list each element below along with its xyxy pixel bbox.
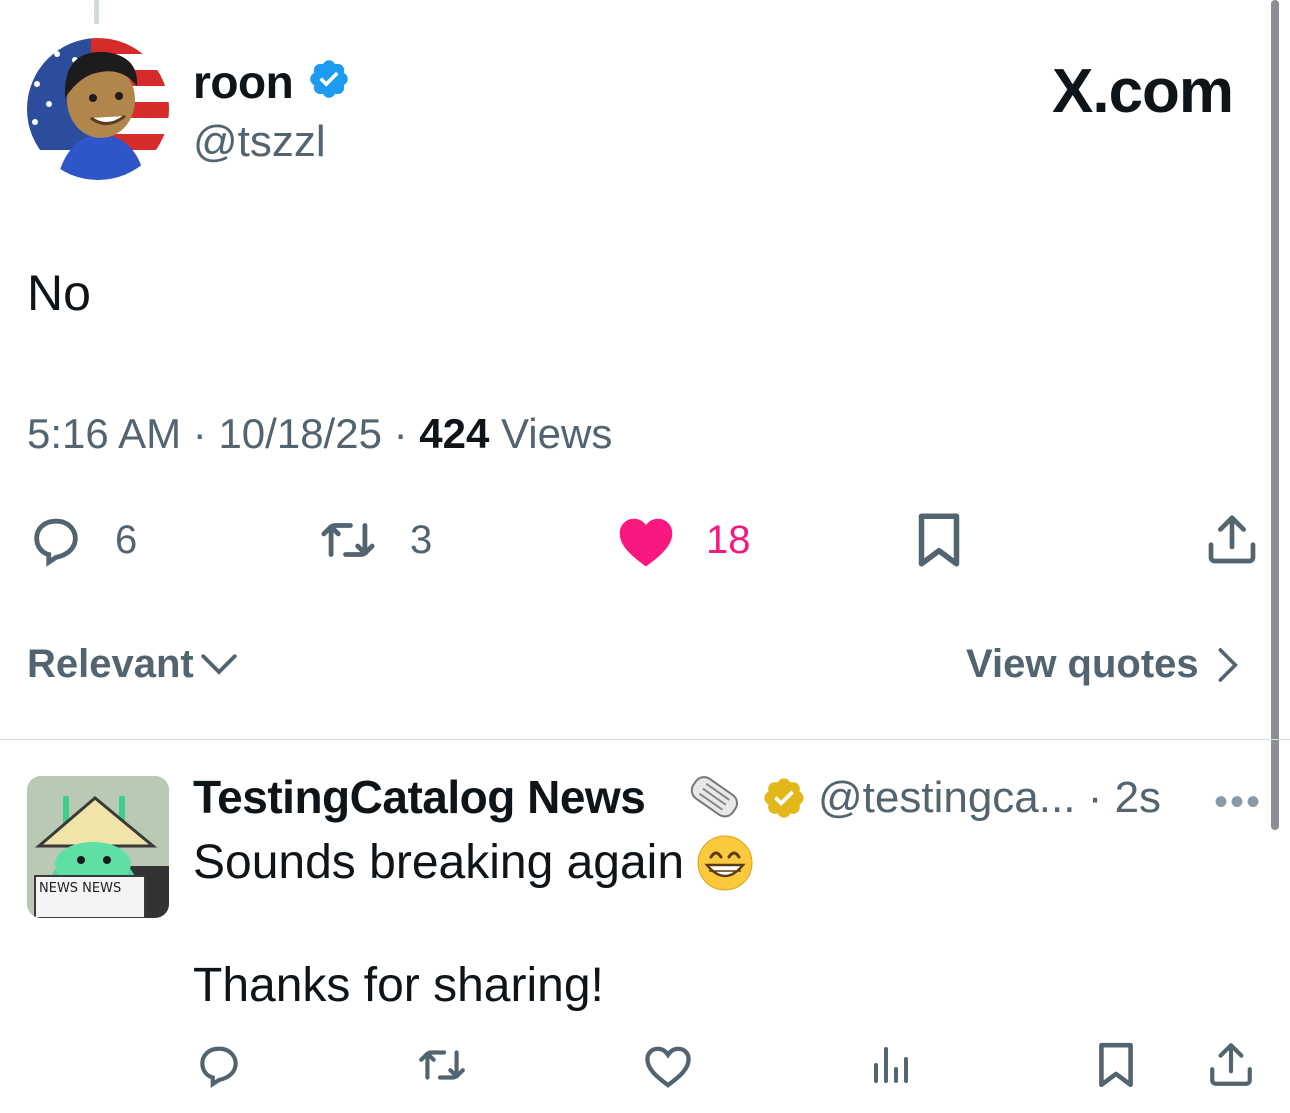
share-icon: [1210, 1043, 1252, 1086]
tweet-meta: 5:16 AM · 10/18/25 · 424 Views: [27, 410, 612, 458]
repost-icon: [321, 523, 375, 557]
repost-count: 3: [410, 517, 433, 562]
reply-meta: @testingca... · 2s: [818, 773, 1161, 823]
section-divider: [0, 739, 1290, 740]
meta-separator: ·: [192, 410, 207, 457]
author-handle[interactable]: @tszzl: [193, 117, 326, 167]
sort-label: Relevant: [27, 642, 194, 686]
avatar-newspaper-text: NEWS NEWS: [39, 881, 121, 896]
reply-author-avatar[interactable]: NEWS NEWS: [27, 776, 169, 918]
more-options-icon[interactable]: •••: [1214, 780, 1262, 825]
views-label: Views: [501, 410, 613, 457]
tweet-time[interactable]: 5:16 AM: [27, 410, 181, 457]
reply-count: 6: [115, 517, 138, 562]
newspaper-emoji: [682, 768, 744, 826]
reply-author-handle[interactable]: @testingca...: [818, 773, 1075, 822]
bookmark-icon: [918, 513, 960, 567]
views-icon: [874, 1047, 908, 1083]
reply-like-button[interactable]: [642, 1040, 694, 1090]
meta-separator: ·: [393, 410, 408, 457]
reply-text-line-1: Sounds breaking again: [193, 836, 685, 889]
grin-emoji: [697, 835, 753, 891]
like-count: 18: [706, 517, 751, 562]
reply-share-button[interactable]: [1206, 1040, 1256, 1090]
reply-icon: [200, 1046, 238, 1089]
reply-reply-button[interactable]: [193, 1040, 245, 1090]
bookmark-button[interactable]: [914, 510, 964, 570]
reply-text-line-2: Thanks for sharing!: [193, 959, 604, 1012]
view-quotes-link[interactable]: View quotes: [966, 642, 1245, 687]
meta-separator: ·: [1087, 773, 1103, 822]
views-count: 424: [419, 410, 490, 457]
author-name[interactable]: roon: [193, 55, 294, 109]
tweet-text: No: [27, 265, 91, 321]
reply-bookmark-button[interactable]: [1094, 1040, 1138, 1090]
verified-badge-icon: [307, 57, 351, 101]
repost-button[interactable]: 3: [316, 510, 432, 570]
share-icon: [1208, 515, 1256, 564]
tweet-date[interactable]: 10/18/25: [218, 410, 382, 457]
author-avatar[interactable]: [27, 38, 169, 180]
bookmark-icon: [1099, 1042, 1133, 1088]
reply-repost-button[interactable]: [414, 1040, 470, 1090]
reply-time[interactable]: 2s: [1115, 773, 1161, 822]
like-icon: [645, 1046, 691, 1088]
reply-sort-dropdown[interactable]: Relevant: [27, 642, 240, 687]
chevron-right-icon: [1218, 647, 1238, 682]
repost-icon: [419, 1050, 465, 1080]
reply-button[interactable]: 6: [27, 510, 137, 570]
brand-watermark: X.com: [1052, 57, 1234, 126]
verified-org-badge-icon: [761, 775, 807, 821]
share-button[interactable]: [1204, 510, 1260, 570]
like-button[interactable]: 18: [616, 510, 751, 570]
reply-views-button[interactable]: [866, 1040, 914, 1090]
view-quotes-label: View quotes: [966, 642, 1199, 686]
scrollbar[interactable]: [1271, 0, 1279, 830]
reply-author-name[interactable]: TestingCatalog News: [193, 770, 646, 824]
chevron-down-icon: [201, 653, 237, 675]
thread-connector-line: [94, 0, 99, 24]
reply-icon: [34, 518, 78, 567]
like-icon: [619, 518, 673, 567]
